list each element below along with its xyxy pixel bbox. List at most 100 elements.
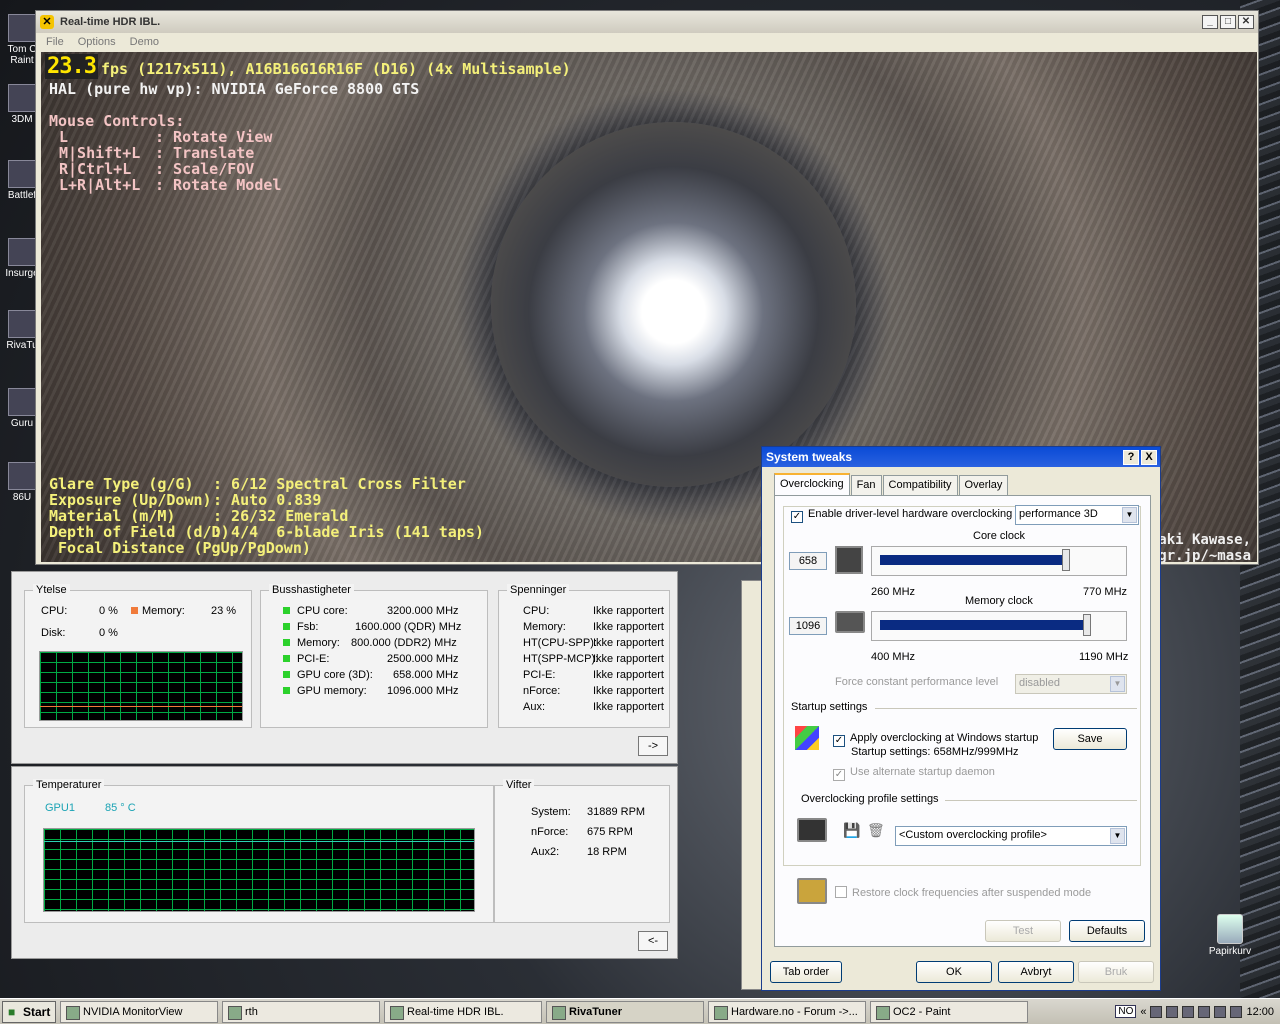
setting-value: : 4/4 6-blade Iris (141 taps): [213, 523, 484, 541]
windows-logo-icon: [795, 726, 819, 750]
group-title: Busshastigheter: [269, 584, 354, 596]
fan-value: 18 RPM: [587, 846, 627, 858]
dx-app-icon: ✕: [40, 15, 54, 29]
voltage-label: HT(CPU-SPP):: [523, 637, 597, 649]
dialog-titlebar[interactable]: System tweaks ? X: [762, 447, 1160, 467]
monitor-panel-bottom: Temperaturer GPU1 85 ° C Vifter System: …: [11, 766, 678, 959]
volume-icon[interactable]: [1230, 1005, 1243, 1018]
tab-overlay[interactable]: Overlay: [958, 475, 1009, 495]
close-button[interactable]: X: [1141, 449, 1157, 465]
ok-button[interactable]: OK: [916, 961, 992, 983]
core-clock-slider-fill: [880, 555, 1066, 565]
memory-clock-slider-thumb[interactable]: [1083, 614, 1091, 636]
clock[interactable]: 12:00: [1246, 1006, 1274, 1018]
save-button[interactable]: Save: [1053, 728, 1127, 750]
group-ytelse: Ytelse CPU: 0 % Memory: 23 % Disk: 0 %: [24, 584, 252, 728]
group-vifter: Vifter System: 31889 RPM nForce: 675 RPM…: [494, 779, 670, 923]
tray-icon[interactable]: [1182, 1005, 1195, 1018]
mouse-controls-title: Mouse Controls:: [49, 112, 185, 130]
tab-overclocking[interactable]: Overclocking: [774, 473, 850, 495]
menu-demo[interactable]: Demo: [130, 36, 159, 48]
mouse-control-key: L: [59, 128, 69, 146]
gpu-chip-icon: [835, 546, 863, 574]
cpu-value: 0 %: [99, 605, 118, 617]
desktop-icon-recycle-bin[interactable]: Papirkurv: [1205, 914, 1255, 957]
delete-profile-icon[interactable]: 🗑: [867, 822, 885, 839]
taskbar-item-paint[interactable]: OC2 - Paint: [870, 1000, 1028, 1023]
force-performance-select[interactable]: disabled ▼: [1015, 674, 1127, 694]
defaults-button[interactable]: Defaults: [1069, 920, 1145, 942]
enable-overclocking-row[interactable]: ✓ Enable driver-level hardware overclocki…: [791, 508, 1012, 523]
core-clock-slider-thumb[interactable]: [1062, 549, 1070, 571]
menu-options[interactable]: Options: [78, 36, 116, 48]
mouse-control-action: : Rotate Model: [155, 176, 282, 194]
apply-at-startup-row[interactable]: ✓ Apply overclocking at Windows startup: [833, 732, 1038, 747]
next-page-button[interactable]: ->: [638, 736, 668, 756]
memory-row: Memory:: [131, 605, 185, 617]
mouse-control-key: M|Shift+L: [59, 144, 141, 162]
tab-order-button[interactable]: Tab order: [770, 961, 842, 983]
bus-value: 1096.000 MHz: [387, 685, 459, 697]
taskbar-item-rivatuner[interactable]: RivaTuner: [546, 1000, 704, 1023]
minimize-button[interactable]: _: [1202, 15, 1218, 29]
apply-button[interactable]: Bruk: [1078, 961, 1154, 983]
setting-label: Material (m/M): [49, 507, 176, 525]
group-title: Ytelse: [33, 584, 70, 596]
core-clock-value: 658: [789, 552, 827, 570]
apply-at-startup-checkbox[interactable]: ✓: [833, 735, 845, 747]
disk-label: Disk:: [41, 627, 66, 639]
alt-daemon-row[interactable]: ✓ Use alternate startup daemon: [833, 766, 995, 781]
taskbar-item-hardware-forum[interactable]: Hardware.no - Forum ->...: [708, 1000, 866, 1023]
restore-clock-row[interactable]: Restore clock frequencies after suspende…: [835, 886, 1091, 899]
memory-clock-slider-fill: [880, 620, 1087, 630]
language-indicator[interactable]: NO: [1115, 1005, 1137, 1018]
tray-icon[interactable]: [1166, 1005, 1179, 1018]
taskbar-item-hdr-ibl[interactable]: Real-time HDR IBL.: [384, 1000, 542, 1023]
dialog-title: System tweaks: [766, 450, 853, 464]
voltage-label: Memory:: [523, 621, 566, 633]
voltage-label: Aux:: [523, 701, 546, 713]
memory-clock-slider[interactable]: [871, 611, 1127, 641]
tray-icon[interactable]: [1198, 1005, 1211, 1018]
game-icon: [8, 160, 36, 188]
setting-value: : 6/12 Spectral Cross Filter: [213, 475, 466, 493]
cancel-button[interactable]: Avbryt: [998, 961, 1074, 983]
credit-text: aki Kawase, gr.jp/~masa: [1158, 532, 1251, 562]
help-button[interactable]: ?: [1123, 449, 1139, 465]
mouse-control-key: R|Ctrl+L: [59, 160, 132, 178]
maximize-button[interactable]: □: [1220, 15, 1236, 29]
tab-compatibility[interactable]: Compatibility: [882, 475, 958, 495]
mode-select[interactable]: performance 3D ▼: [1015, 505, 1139, 525]
start-button[interactable]: Start: [2, 1000, 56, 1023]
status-led-icon: [283, 687, 290, 694]
setting-label: Exposure (Up/Down): [49, 491, 212, 509]
restore-clock-checkbox[interactable]: [835, 886, 847, 898]
voltage-value: Ikke rapportert: [593, 605, 664, 617]
tab-fan[interactable]: Fan: [850, 475, 882, 495]
taskbar-item-nvidia-monitorview[interactable]: NVIDIA MonitorView: [60, 1000, 218, 1023]
tray-icon[interactable]: [1214, 1005, 1227, 1018]
group-title: Vifter: [503, 779, 535, 791]
voltage-label: CPU:: [523, 605, 550, 617]
hdr-titlebar[interactable]: ✕ Real-time HDR IBL. _ □ ✕: [36, 11, 1258, 33]
close-button[interactable]: ✕: [1238, 15, 1254, 29]
taskbar-item-rth[interactable]: rth: [222, 1000, 380, 1023]
core-clock-slider[interactable]: [871, 546, 1127, 576]
tray-icon[interactable]: [1150, 1005, 1163, 1018]
gpu-temp-line: [44, 841, 474, 842]
game-icon: [8, 238, 36, 266]
temperature-graph: [43, 828, 475, 912]
prev-page-button[interactable]: <-: [638, 931, 668, 951]
gpu-temp-label: GPU1: [45, 802, 75, 814]
memory-label: Memory:: [142, 605, 185, 617]
folder-icon: [8, 388, 36, 416]
memory-clock-min: 400 MHz: [871, 651, 916, 663]
menu-file[interactable]: File: [46, 36, 64, 48]
alt-daemon-checkbox[interactable]: ✓: [833, 769, 845, 781]
tray-expand-icon[interactable]: «: [1140, 1006, 1146, 1018]
enable-overclocking-checkbox[interactable]: ✓: [791, 511, 803, 523]
fan-label: Aux2:: [531, 846, 560, 858]
test-button[interactable]: Test: [985, 920, 1061, 942]
save-profile-icon[interactable]: 💾: [843, 822, 860, 839]
profile-select[interactable]: <Custom overclocking profile> ▼: [895, 826, 1127, 846]
